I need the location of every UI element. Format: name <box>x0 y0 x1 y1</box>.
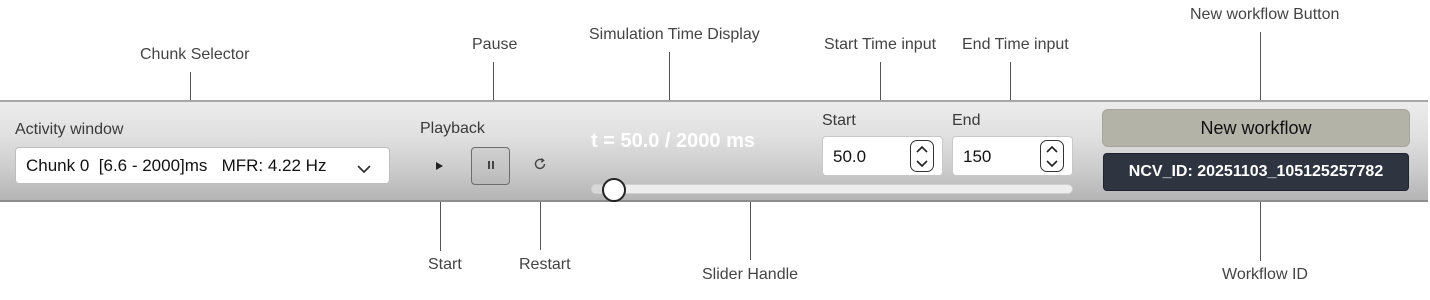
start-time-label: Start <box>822 112 856 129</box>
pause-icon <box>486 157 496 175</box>
annotation-workflow-id: Workflow ID <box>1222 266 1308 283</box>
chevron-down-icon[interactable] <box>911 156 933 171</box>
end-time-spinner[interactable] <box>1040 140 1064 172</box>
annotation-simulation-time-display: Simulation Time Display <box>589 26 760 43</box>
simulation-time-display: t = 50.0 / 2000 ms <box>591 130 756 152</box>
annotation-pause: Pause <box>472 36 518 53</box>
end-time-input[interactable] <box>952 136 1073 177</box>
chevron-up-icon[interactable] <box>911 141 933 156</box>
time-slider[interactable] <box>591 184 1073 194</box>
restart-button[interactable] <box>529 155 551 177</box>
start-time-input[interactable] <box>822 136 943 177</box>
start-button[interactable] <box>427 155 451 179</box>
start-time-field[interactable] <box>823 137 915 177</box>
chevron-up-icon[interactable] <box>1041 141 1063 156</box>
annotation-slider-handle: Slider Handle <box>702 266 799 283</box>
end-time-label: End <box>952 112 981 129</box>
annotation-chunk-selector: Chunk Selector <box>140 46 250 63</box>
annotation-new-workflow-button: New workflow Button <box>1190 6 1340 23</box>
playback-label: Playback <box>420 120 485 137</box>
chunk-selector[interactable]: Chunk 0 [6.6 - 2000]ms MFR: 4.22 Hz <box>15 147 390 184</box>
slider-handle[interactable] <box>602 178 627 202</box>
play-icon <box>434 158 444 176</box>
annotation-end-time-input: End Time input <box>962 36 1069 53</box>
chevron-down-icon <box>357 159 371 179</box>
restart-icon <box>533 157 547 176</box>
workflow-id-badge: NCV_ID: 20251103_105125257782 <box>1103 153 1409 191</box>
annotation-restart: Restart <box>519 256 571 273</box>
new-workflow-button[interactable]: New workflow <box>1102 109 1410 147</box>
chevron-down-icon[interactable] <box>1041 156 1063 171</box>
activity-window-label: Activity window <box>15 121 124 138</box>
slider-handle-leader <box>750 198 751 260</box>
annotation-start-time-input: Start Time input <box>824 36 937 53</box>
chunk-selector-value: Chunk 0 [6.6 - 2000]ms MFR: 4.22 Hz <box>26 155 327 175</box>
annotation-start: Start <box>428 256 462 273</box>
pause-button[interactable] <box>471 147 510 185</box>
start-time-spinner[interactable] <box>910 140 934 172</box>
control-toolbar: Activity window Chunk 0 [6.6 - 2000]ms M… <box>0 100 1428 202</box>
end-time-field[interactable] <box>953 137 1045 177</box>
